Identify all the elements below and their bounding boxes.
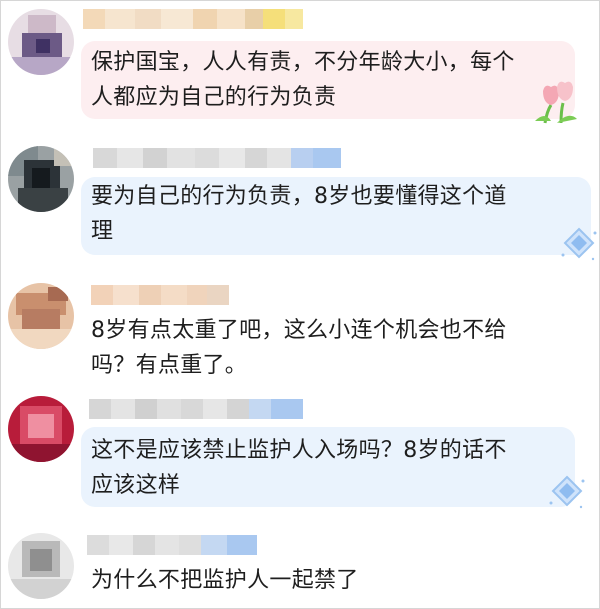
tulip-flower-icon: [535, 81, 577, 124]
comment-text: 人都应为自己的行为负责: [91, 85, 337, 110]
comment-text: 保护国宝，人人有责，不分年龄大小，每个: [91, 50, 515, 75]
diamond-gem-icon: [561, 227, 597, 261]
avatar[interactable]: [8, 283, 74, 349]
comment-text: 吗？有点重了。: [91, 353, 248, 378]
comment-bubble[interactable]: 保护国宝，人人有责，不分年龄大小，每个 人都应为自己的行为负责: [81, 41, 575, 119]
avatar[interactable]: [8, 146, 74, 212]
username-blurred[interactable]: [91, 285, 229, 305]
avatar[interactable]: [8, 533, 74, 599]
username-blurred[interactable]: [83, 9, 303, 29]
comment-body[interactable]: 为什么不把监护人一起禁了: [91, 563, 359, 598]
comment-text: 要为自己的行为负责，8岁也要懂得这个道: [91, 184, 507, 209]
diamond-gem-icon: [549, 475, 585, 509]
username-blurred[interactable]: [93, 148, 341, 168]
avatar[interactable]: [8, 396, 74, 462]
comment-text: 8岁有点太重了吧，这么小连个机会也不给: [91, 318, 507, 343]
avatar[interactable]: [8, 9, 74, 75]
comment-list: 保护国宝，人人有责，不分年龄大小，每个 人都应为自己的行为负责 要为自己的行为负…: [0, 0, 600, 609]
username-blurred[interactable]: [89, 399, 303, 419]
comment-text: 应该这样: [91, 473, 181, 498]
comment-bubble[interactable]: 要为自己的行为负责，8岁也要懂得这个道 理: [81, 177, 591, 255]
comment-text: 理: [91, 219, 114, 244]
comment-body[interactable]: 8岁有点太重了吧，这么小连个机会也不给 吗？有点重了。: [91, 313, 507, 383]
username-blurred[interactable]: [87, 535, 257, 555]
comment-text: 为什么不把监护人一起禁了: [91, 568, 359, 593]
comment-text: 这不是应该禁止监护人入场吗？8岁的话不: [91, 438, 507, 463]
comment-bubble[interactable]: 这不是应该禁止监护人入场吗？8岁的话不 应该这样: [81, 427, 575, 507]
